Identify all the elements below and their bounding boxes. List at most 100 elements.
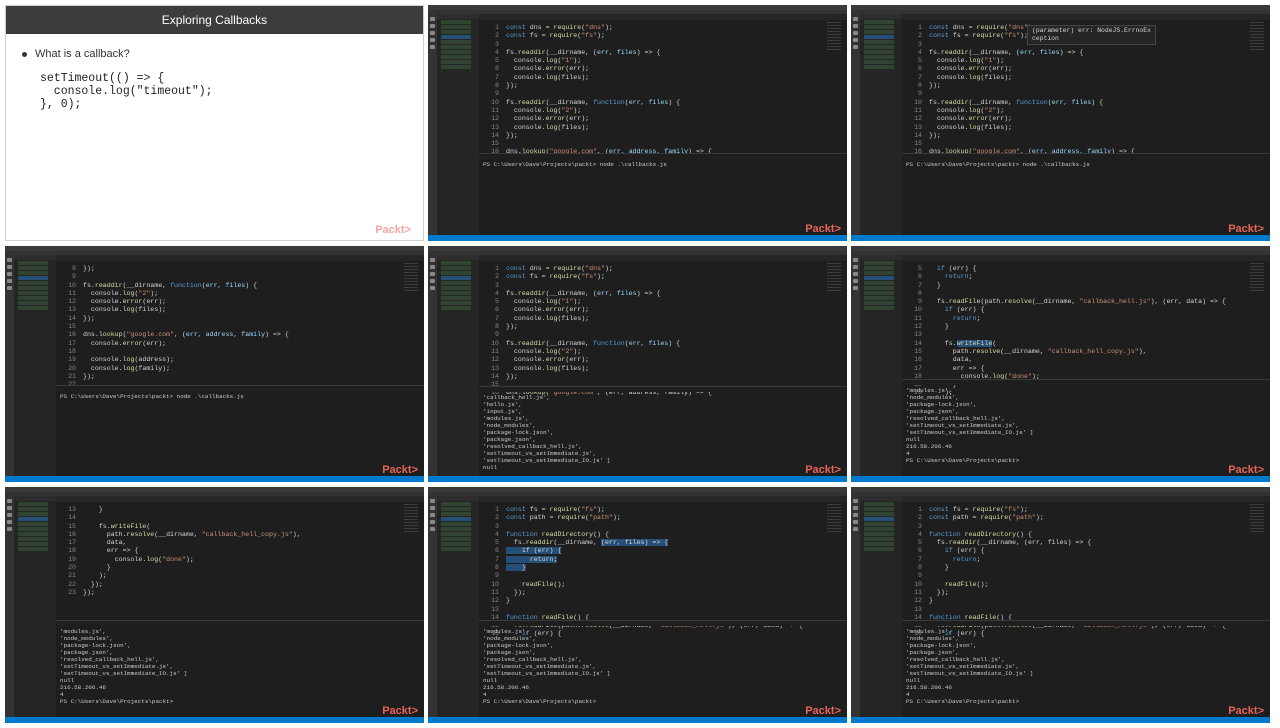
explorer-file-item[interactable] [441,537,471,541]
code-line[interactable]: 2 const fs = require("fs"); [479,273,847,281]
code-line[interactable]: 12} [479,597,847,605]
code-line[interactable]: 3 [479,523,847,531]
code-line[interactable]: 4 fs.readdir(__dirname, (err, files) => { [479,49,847,57]
explorer-file-item[interactable] [441,527,471,531]
explorer-file-item[interactable] [864,306,894,310]
code-line[interactable]: 14}); [902,132,1270,140]
code-line[interactable]: 22 }); [56,581,424,589]
code-line[interactable]: 9 fs.readFile(path.resolve(__dirname, "c… [902,298,1270,306]
code-line[interactable]: 18 [56,348,424,356]
explorer-file-item[interactable] [18,286,48,290]
code-editor[interactable]: 1const dns = require("dns");2const fs = … [479,255,847,476]
code-line[interactable]: 7 console.log(files); [479,315,847,323]
code-line[interactable]: 19 console.log(address); [56,356,424,364]
explorer-file-item[interactable] [864,522,894,526]
code-editor[interactable]: 1 const fs = require("fs"); 2 const path = … [902,496,1270,717]
code-line[interactable]: 2 const path = require("path"); [902,514,1270,522]
editor-tab-bar[interactable] [479,255,847,261]
explorer-file-item[interactable] [864,55,894,59]
explorer-file-item[interactable] [864,261,894,265]
code-line[interactable]: 16 dns.lookup("google.com", (err, address… [56,331,424,339]
explorer-file-item[interactable] [864,301,894,305]
code-line[interactable]: 8}); [479,323,847,331]
explorer-file-item[interactable] [441,286,471,290]
code-line[interactable]: 18 err => { [56,547,424,555]
explorer-file-item[interactable] [441,60,471,64]
editor-tab-bar[interactable] [902,255,1270,261]
files-icon[interactable] [7,258,12,262]
code-editor[interactable]: 1const dns = require("dns");2const fs = … [479,14,847,235]
code-line[interactable]: 4 function readDirectory() { [902,531,1270,539]
explorer-file-item[interactable] [864,291,894,295]
code-line[interactable]: 11 console.log("2"); [479,107,847,115]
explorer-file-item[interactable] [18,507,48,511]
editor-tab-bar[interactable] [479,496,847,502]
code-line[interactable]: 3 [479,41,847,49]
code-editor[interactable]: 13 } 14 15 fs.writeFile(16 path.resolve(__… [56,496,424,717]
explorer-file-item[interactable] [864,281,894,285]
debug-icon[interactable] [853,520,858,524]
editor-tab-bar[interactable] [902,14,1270,20]
debug-icon[interactable] [7,279,12,283]
search-icon[interactable] [7,265,12,269]
code-line[interactable]: 6 if (err) { [902,547,1270,555]
code-line[interactable]: 14}); [479,373,847,381]
panel-tab-bar[interactable] [56,385,424,391]
code-line[interactable]: 15 [479,140,847,148]
code-line[interactable]: 13 console.log(files); [56,306,424,314]
code-line[interactable]: 13 } [56,506,424,514]
code-line[interactable]: 7 } [902,282,1270,290]
code-line[interactable]: 9 [902,572,1270,580]
explorer-file-item[interactable] [441,547,471,551]
explorer-file-item[interactable] [441,271,471,275]
source-control-icon[interactable] [7,272,12,276]
code-line[interactable]: 12} [902,597,1270,605]
code-line[interactable]: 2 const path = require("path"); [479,514,847,522]
code-line[interactable]: 5 fs.readdir(__dirname, (err, files) => … [902,539,1270,547]
explorer-file-item[interactable] [18,517,48,521]
code-line[interactable]: 5 console.log("1"); [479,57,847,65]
extensions-icon[interactable] [853,45,858,49]
code-line[interactable]: 13 [479,606,847,614]
editor-tab-bar[interactable] [479,14,847,20]
status-bar[interactable] [5,476,424,482]
code-line[interactable]: 6 return; [902,273,1270,281]
code-line[interactable]: 9 [479,331,847,339]
explorer-file-item[interactable] [441,301,471,305]
code-line[interactable]: 5 console.log("1"); [902,57,1270,65]
explorer-file-item[interactable] [441,296,471,300]
search-icon[interactable] [853,265,858,269]
code-line[interactable]: 15 path.resolve(__dirname, "callback_hel… [902,348,1270,356]
explorer-file-item[interactable] [864,527,894,531]
explorer-file-item[interactable] [441,532,471,536]
code-line[interactable]: 3 [902,523,1270,531]
explorer-file-item[interactable] [864,542,894,546]
code-line[interactable]: 6 console.error(err); [479,306,847,314]
explorer-file-item[interactable] [18,532,48,536]
code-line[interactable]: 1const dns = require("dns"); [479,24,847,32]
explorer-file-item[interactable] [864,286,894,290]
code-line[interactable]: 4 function readDirectory() { [479,531,847,539]
source-control-icon[interactable] [430,272,435,276]
extensions-icon[interactable] [853,286,858,290]
extensions-icon[interactable] [853,527,858,531]
code-line[interactable]: 11 console.log("2"); [56,290,424,298]
explorer-file-item[interactable] [18,281,48,285]
explorer-file-item[interactable] [441,266,471,270]
explorer-file-item[interactable] [18,537,48,541]
explorer-file-item[interactable] [441,25,471,29]
explorer-file-item[interactable] [864,532,894,536]
code-line[interactable]: 8}); [902,82,1270,90]
debug-icon[interactable] [430,520,435,524]
explorer-file-item[interactable] [18,276,48,280]
code-line[interactable]: 7 console.log(files); [479,74,847,82]
code-line[interactable]: 6 if (err) { [479,547,847,555]
explorer-file-item[interactable] [864,60,894,64]
source-control-icon[interactable] [7,513,12,517]
code-line[interactable]: 15 [902,140,1270,148]
code-line[interactable]: 8 } [902,564,1270,572]
code-line[interactable]: 12 console.error(err); [479,356,847,364]
panel-tab-bar[interactable] [902,153,1270,159]
explorer-file-item[interactable] [441,55,471,59]
search-icon[interactable] [430,506,435,510]
